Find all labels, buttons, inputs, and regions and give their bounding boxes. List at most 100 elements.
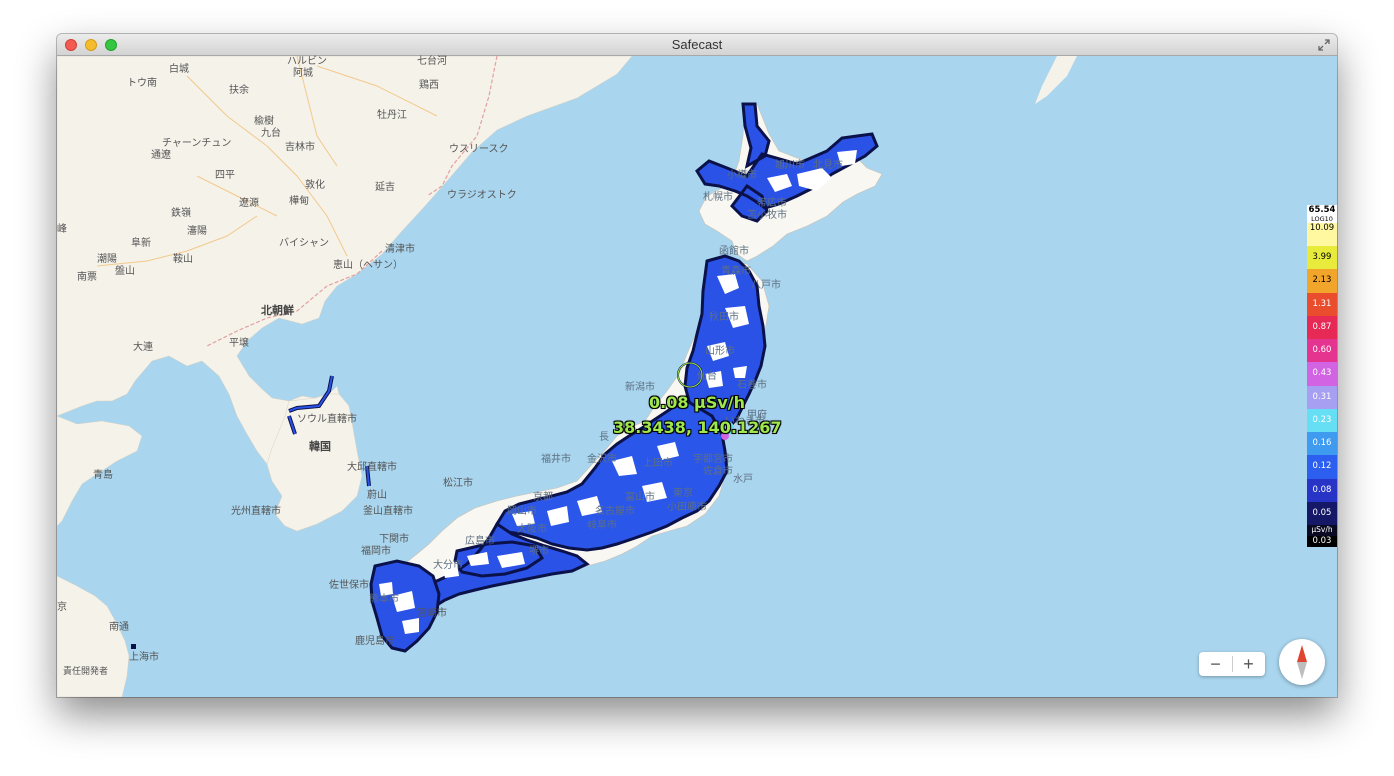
city-label: 熊本市 (369, 594, 399, 605)
map-view[interactable]: 白城 ハルビン 阿城 七台河 鶏西 トウ南 扶余 楡樹 九台 牡丹江 チャーンチ… (57, 56, 1337, 697)
compass-icon (1297, 645, 1307, 679)
city-label: 堺市 (529, 546, 549, 557)
city-label: 青森市 (721, 266, 751, 277)
city-label: 金沢市 (587, 454, 617, 465)
city-label: 札幌市 (703, 192, 733, 203)
city-label: 石巻市 (737, 380, 767, 391)
city-label: 東京 (673, 488, 693, 499)
city-label: 八戸市 (751, 280, 781, 291)
city-label: 長 (599, 432, 609, 443)
city-label: 平壌 (229, 338, 249, 349)
city-label: 山形市 (705, 346, 735, 357)
legend-scale: LOG10 (1307, 215, 1337, 223)
legend-stop: 3.99 (1307, 246, 1337, 270)
city-label: 通遼 (151, 150, 171, 161)
city-label: 遼源 (239, 198, 259, 209)
city-label: 青島 (93, 470, 113, 481)
city-label: ウスリースク (449, 144, 509, 155)
city-label: 大分市 (433, 560, 463, 571)
coordinate-readout: 38.3438, 140.1267 (613, 418, 782, 437)
legend-stop: 0.08 (1307, 478, 1337, 502)
city-label: 旭川市 (775, 160, 805, 171)
city-label: 上田市 (643, 458, 673, 469)
city-label: 吉林市 (285, 142, 315, 153)
city-label: 光州直轄市 (231, 506, 281, 517)
city-label: 白城 (169, 64, 189, 75)
city-label: 敦化 (305, 180, 325, 191)
zoom-out-button[interactable]: − (1199, 653, 1232, 675)
city-label: 新潟市 (625, 382, 655, 393)
map-attribution[interactable]: 責任開発者 (63, 664, 108, 677)
city-label: 瀋陽 (187, 226, 207, 237)
legend-stop: 0.31 (1307, 385, 1337, 409)
city-label: 福岡市 (361, 546, 391, 557)
legend-stop: 0.43 (1307, 362, 1337, 386)
city-label: ウラジオストク (447, 190, 517, 201)
legend-stop: 0.60 (1307, 339, 1337, 363)
city-label: 小樽市 (727, 170, 757, 181)
zoom-control: − + (1199, 652, 1265, 676)
city-label: 延吉 (375, 182, 395, 193)
city-label: 佐世保市 (329, 580, 369, 591)
compass-button[interactable] (1279, 639, 1325, 685)
city-label: 牡丹江 (377, 110, 407, 121)
fullscreen-icon[interactable] (1317, 38, 1331, 52)
city-label: 京都 (533, 492, 553, 503)
city-label: 京 (57, 602, 67, 613)
city-label: 鞍山 (173, 254, 193, 265)
city-label: 清津市 (385, 244, 415, 255)
city-label: 扶余 (229, 85, 249, 96)
city-label: 盤山 (115, 266, 135, 277)
window-title: Safecast (671, 37, 723, 52)
city-label: 秋田市 (709, 312, 739, 323)
city-label: 恵山（ヘサン） (333, 260, 403, 271)
dose-legend: 65.54 LOG10 µSv/h 0.03 10.09 3.99 2.13 1.31… (1307, 205, 1337, 547)
city-label: 広島市 (465, 536, 495, 547)
city-label: ソウル直轄市 (297, 414, 357, 425)
city-label: 蔚山 (367, 490, 387, 501)
legend-max: 65.54 (1307, 205, 1337, 215)
city-label: 南票 (77, 272, 97, 283)
legend-stop: 0.05 (1307, 501, 1337, 525)
city-label: 鹿児島市 (355, 636, 395, 647)
dose-readout: 0.08 µSv/h (649, 393, 746, 412)
legend-stop: 1.31 (1307, 292, 1337, 316)
city-label: 鉄嶺 (171, 208, 191, 219)
legend-stop: 10.09 (1307, 223, 1337, 247)
city-label: 阜新 (131, 238, 151, 249)
city-label: 潮陽 (97, 254, 117, 265)
legend-stop: 0.16 (1307, 432, 1337, 456)
legend-stop: 0.12 (1307, 455, 1337, 479)
country-label: 北朝鮮 (261, 304, 294, 317)
city-label: 富山市 (625, 492, 655, 503)
city-label: 大阪市 (517, 524, 547, 535)
city-label: 岡山市 (507, 506, 537, 517)
legend-stop: 0.23 (1307, 408, 1337, 433)
city-label: 九台 (261, 128, 281, 139)
zoom-in-button[interactable]: + (1232, 653, 1265, 675)
city-label: 苫小牧市 (747, 210, 787, 221)
city-label: 大邱直轄市 (347, 462, 397, 473)
city-label: 名古屋市 (595, 506, 635, 517)
city-label: 南通 (109, 622, 129, 633)
city-label: 峰 (57, 224, 67, 235)
city-label: 函館市 (719, 246, 749, 257)
city-label: 上海市 (129, 652, 159, 663)
city-label: 阿城 (293, 68, 313, 79)
legend-stop: 2.13 (1307, 269, 1337, 293)
city-label: バイシャン (279, 238, 329, 249)
city-label: 宮崎市 (417, 608, 447, 619)
city-label: チャーンチュン (162, 138, 232, 149)
city-label: 仙台 (697, 371, 717, 382)
country-label: 韓国 (309, 440, 331, 453)
city-label: トウ南 (127, 78, 157, 89)
city-label: 大連 (133, 342, 153, 353)
legend-unit: µSv/h (1307, 525, 1337, 536)
city-label: 水戸 (733, 474, 753, 485)
city-label: 鶏西 (419, 80, 439, 91)
city-label: 七台河 (417, 56, 447, 67)
city-label: 北見市 (813, 160, 843, 171)
title-bar[interactable]: Safecast (57, 34, 1337, 56)
city-label: 小田原市 (667, 502, 707, 513)
city-label: 松江市 (443, 478, 473, 489)
